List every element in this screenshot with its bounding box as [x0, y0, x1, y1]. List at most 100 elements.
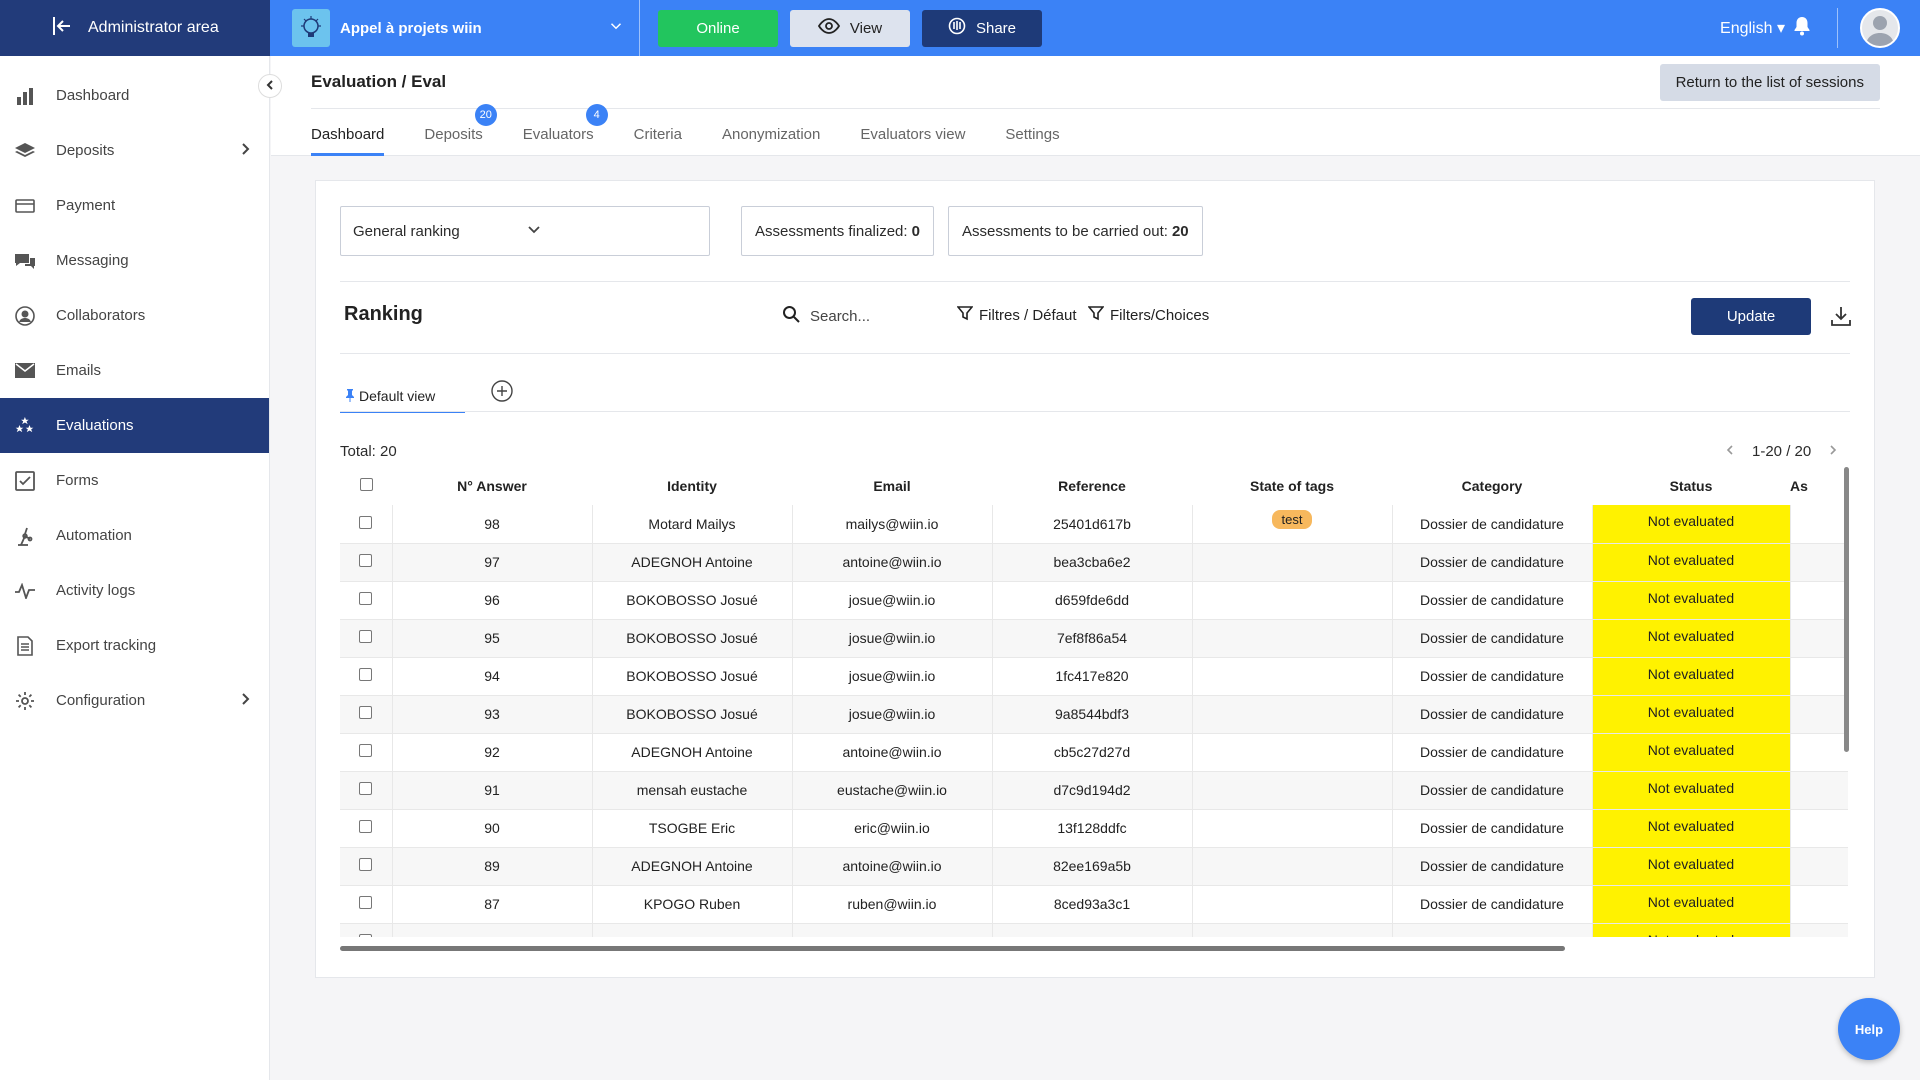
table-row[interactable]: 95 BOKOBOSSO Josué josue@wiin.io 7ef8f86a54… [340, 619, 1848, 658]
column-header[interactable]: Reference [992, 467, 1192, 505]
tags-cell [1192, 923, 1393, 937]
row-checkbox[interactable] [359, 706, 373, 719]
column-header[interactable]: Identity [592, 467, 792, 505]
assignment-cell [1790, 505, 1848, 544]
sidebar-item-payment[interactable]: Payment [0, 178, 269, 233]
collapse-sidebar-button[interactable] [258, 74, 282, 98]
project-selector[interactable]: Appel à projets wiin [292, 0, 640, 56]
tab-criteria[interactable]: Criteria [634, 126, 682, 156]
row-select-cell [340, 657, 393, 696]
tab-dashboard[interactable]: Dashboard [311, 126, 385, 156]
table-row[interactable]: 92 ADEGNOH Antoine antoine@wiin.io cb5c27d2… [340, 733, 1848, 772]
row-checkbox[interactable] [359, 630, 373, 643]
sidebar-item-activity-logs[interactable]: Activity logs [0, 563, 269, 618]
column-header[interactable]: State of tags [1192, 467, 1392, 505]
row-checkbox[interactable] [359, 744, 373, 757]
share-button[interactable]: Share [922, 9, 1042, 47]
chevron-right-icon[interactable] [1827, 443, 1839, 460]
sidebar-item-forms[interactable]: Forms [0, 453, 269, 508]
row-checkbox[interactable] [359, 592, 373, 605]
horizontal-scrollbar[interactable] [340, 946, 1565, 951]
table-row[interactable]: 90 TSOGBE Eric eric@wiin.io 13f128ddfc Dossi… [340, 809, 1848, 848]
table-row[interactable]: 87 KPOGO Ruben ruben@wiin.io 8ced93a3c1 Doss… [340, 885, 1848, 924]
column-header[interactable]: Email [792, 467, 992, 505]
row-checkbox[interactable] [359, 782, 373, 795]
help-button[interactable]: Help [1838, 998, 1900, 1060]
sidebar-item-label: Evaluations [56, 417, 134, 434]
table-row[interactable]: 86mensah eustacheeustache@wiin.iob98aafb… [340, 923, 1848, 937]
sidebar-item-deposits[interactable]: Deposits [0, 123, 269, 178]
admin-area-link[interactable]: Administrator area [0, 0, 270, 56]
sidebar-item-collaborators[interactable]: Collaborators [0, 288, 269, 343]
update-button[interactable]: Update [1691, 298, 1811, 335]
row-select-cell [340, 923, 393, 937]
language-selector[interactable]: English ▾ [1720, 18, 1785, 38]
tab-deposits[interactable]: Deposits 20 [424, 104, 497, 156]
table-row[interactable]: 94 BOKOBOSSO Josué josue@wiin.io 1fc417e820… [340, 657, 1848, 696]
download-icon[interactable] [1830, 305, 1852, 331]
sidebar-item-automation[interactable]: Automation [0, 508, 269, 563]
robot-arm-icon [14, 525, 36, 547]
avatar[interactable] [1860, 8, 1900, 48]
chevron-left-icon[interactable] [1724, 443, 1736, 460]
gear-icon [14, 690, 36, 712]
to-do-value: 20 [1171, 222, 1189, 240]
add-view-button[interactable] [490, 379, 514, 407]
reference-cell: 25401d617b [992, 505, 1193, 544]
table-row[interactable]: 93 BOKOBOSSO Josué josue@wiin.io 9a8544bdf3… [340, 695, 1848, 734]
row-select-cell [340, 733, 393, 772]
bell-icon[interactable] [1793, 16, 1811, 40]
share-button-label: Share [975, 19, 1017, 37]
tab-anonymization[interactable]: Anonymization [722, 126, 820, 156]
eye-icon [817, 18, 840, 38]
sidebar-item-emails[interactable]: Emails [0, 343, 269, 398]
table-row[interactable]: 97 ADEGNOH Antoine antoine@wiin.io bea3cba6… [340, 543, 1848, 582]
exit-icon [50, 14, 74, 43]
row-select-cell [340, 695, 393, 734]
row-checkbox[interactable] [359, 554, 373, 567]
sidebar-item-export-tracking[interactable]: Export tracking [0, 618, 269, 673]
tab-label: Evaluators view [860, 126, 966, 143]
column-header[interactable]: N° Answer [392, 467, 592, 505]
tab-evaluators-view[interactable]: Evaluators view [860, 126, 965, 156]
filter-default-button[interactable]: Filtres / Défaut [956, 305, 1077, 325]
filter-choices-button[interactable]: Filters/Choices [1087, 305, 1209, 325]
row-checkbox[interactable] [359, 896, 373, 909]
sidebar-item-configuration[interactable]: Configuration [0, 673, 269, 728]
vertical-scrollbar[interactable] [1844, 467, 1849, 752]
default-view-tab[interactable]: Default view [340, 381, 465, 413]
column-header[interactable]: Status [1592, 467, 1790, 505]
ranking-select[interactable]: General ranking [340, 206, 710, 256]
row-checkbox[interactable] [359, 858, 373, 871]
sidebar-item-dashboard[interactable]: Dashboard [0, 68, 269, 123]
sidebar-item-label: Export tracking [56, 637, 157, 654]
pulse-icon [14, 580, 36, 602]
row-checkbox[interactable] [359, 515, 373, 529]
row-checkbox[interactable] [359, 820, 373, 833]
tab-settings[interactable]: Settings [1005, 126, 1059, 156]
online-button[interactable]: Online [658, 9, 778, 47]
column-header[interactable]: Category [1392, 467, 1592, 505]
return-to-sessions-button[interactable]: Return to the list of sessions [1659, 64, 1880, 101]
view-button[interactable]: View [790, 9, 910, 47]
row-checkbox[interactable] [359, 934, 373, 937]
sidebar-item-messaging[interactable]: Messaging [0, 233, 269, 288]
table-row[interactable]: 96 BOKOBOSSO Josué josue@wiin.io d659fde6dd… [340, 581, 1848, 620]
ranking-table: N° Answer Identity Email Reference State… [340, 467, 1848, 937]
tab-evaluators[interactable]: Evaluators 4 [523, 104, 608, 156]
sidebar-item-evaluations[interactable]: Evaluations [0, 398, 269, 453]
select-all-checkbox[interactable] [359, 478, 373, 491]
tag-badge[interactable]: test [1271, 510, 1313, 530]
view-button-label: View [849, 19, 883, 37]
reference-cell: bea3cba6e2 [992, 543, 1193, 582]
table-row[interactable]: 91 mensah eustache eustache@wiin.io d7c9d19… [340, 771, 1848, 810]
column-header[interactable]: As [1790, 467, 1848, 505]
row-checkbox[interactable] [359, 668, 373, 681]
table-row[interactable]: 98 Motard Mailys mailys@wiin.io 25401d617b t… [340, 505, 1848, 544]
search-input[interactable]: Search... [782, 305, 870, 327]
pagination: 1-20 / 20 [1724, 443, 1839, 460]
pagination-range: 1-20 / 20 [1752, 443, 1812, 460]
answer-number-cell: 93 [392, 695, 593, 734]
finalized-value: 0 [911, 222, 920, 240]
table-row[interactable]: 89 ADEGNOH Antoine antoine@wiin.io 82ee169a… [340, 847, 1848, 886]
